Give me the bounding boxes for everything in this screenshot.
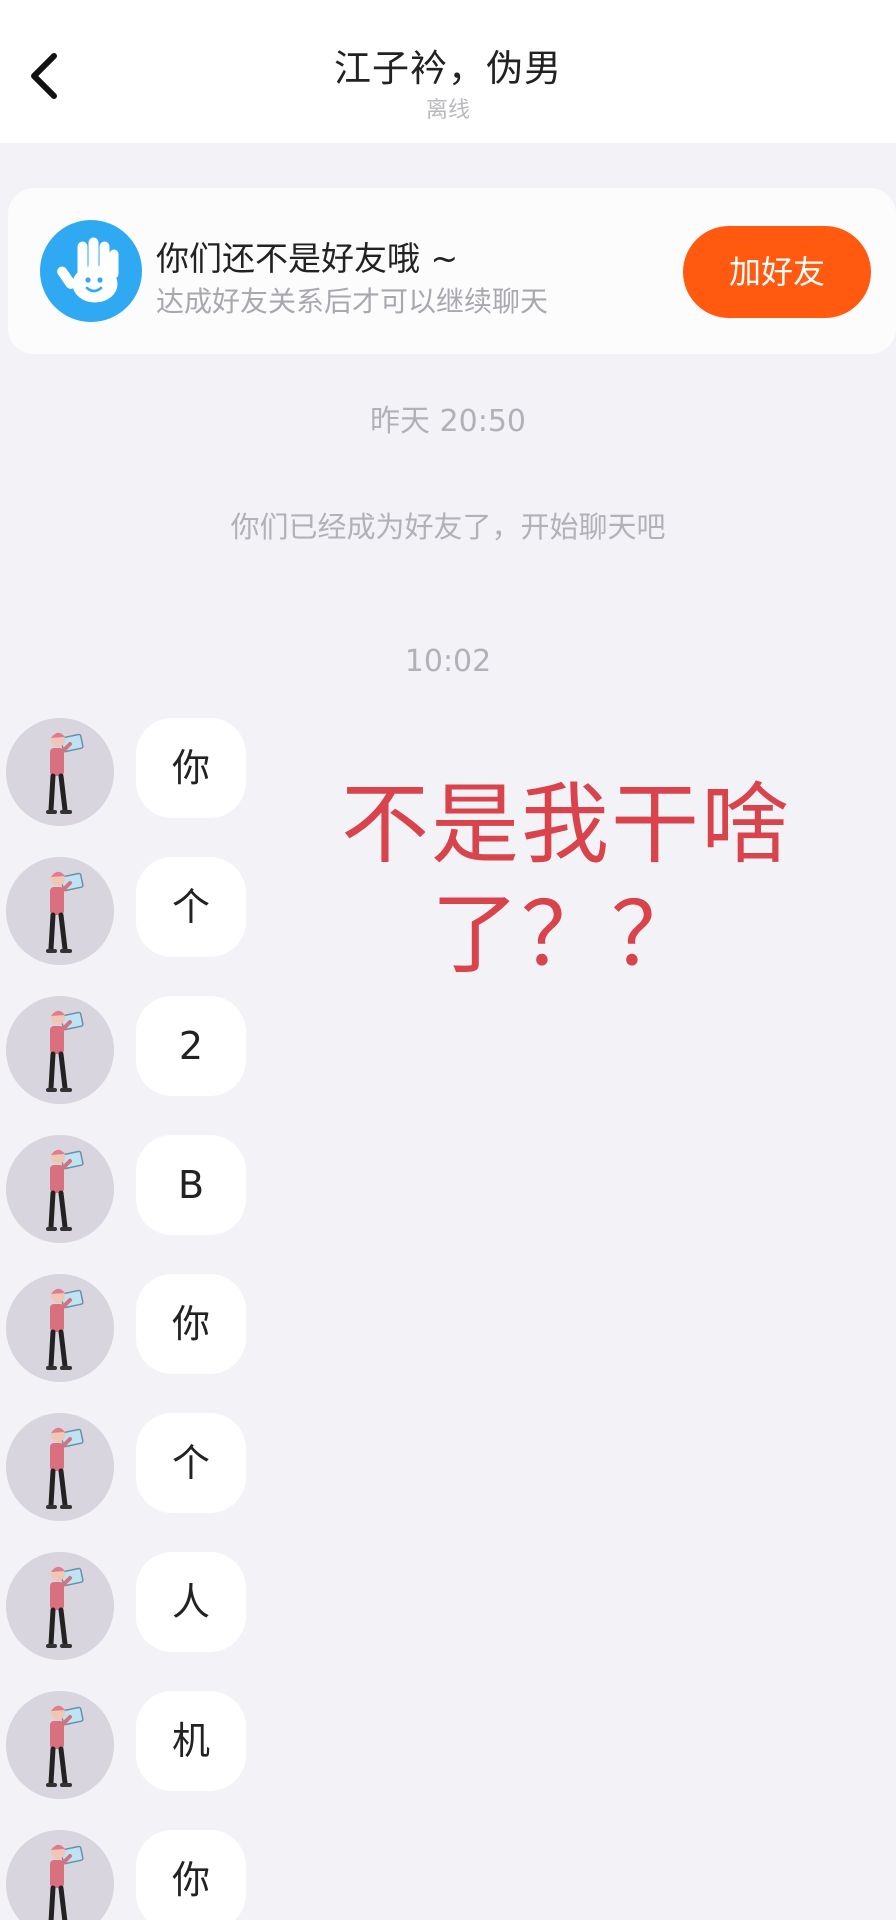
message-row: 人 [0, 1552, 300, 1664]
message-bubble[interactable]: 2 [136, 996, 246, 1096]
message-bubble[interactable]: 人 [136, 1552, 246, 1652]
message-row: B [0, 1135, 300, 1247]
message-bubble[interactable]: 个 [136, 1413, 246, 1513]
message-row: 你 [0, 1274, 300, 1386]
overlay-caption: 不是我干啥 了？？ [316, 770, 816, 990]
message-bubble[interactable]: 你 [136, 1274, 246, 1374]
message-bubble[interactable]: 你 [136, 718, 246, 818]
message-row: 个 [0, 1413, 300, 1525]
message-row: 你 [0, 1830, 300, 1920]
message-row: 你 [0, 718, 300, 830]
contact-status: 离线 [425, 98, 470, 123]
banner-title: 你们还不是好友哦 ~ [156, 239, 459, 278]
contact-avatar[interactable] [6, 1552, 114, 1660]
contact-avatar[interactable] [6, 1135, 114, 1243]
contact-avatar[interactable] [6, 996, 114, 1104]
contact-avatar[interactable] [6, 1274, 114, 1382]
banner-subtitle: 达成好友关系后才可以继续聊天 [156, 285, 549, 318]
message-bubble[interactable]: 你 [136, 1830, 246, 1920]
contact-avatar[interactable] [6, 1691, 114, 1799]
message-row: 个 [0, 857, 300, 969]
message-row: 机 [0, 1691, 300, 1803]
system-message: 你们已经成为好友了，开始聊天吧 [230, 510, 666, 544]
add-friend-button[interactable]: 加好友 [683, 226, 871, 318]
timestamp: 10:02 [404, 644, 492, 679]
timestamp: 昨天 20:50 [370, 404, 526, 439]
chat-screen: 江子衿，伪男 离线 你们还不是好友哦 ~ 达成好友关系后才可以继续聊天 加好友 … [0, 0, 896, 1920]
chat-header: 江子衿，伪男 离线 [0, 0, 896, 143]
overlay-caption-line: 了？？ [430, 883, 701, 986]
contact-name: 江子衿，伪男 [334, 47, 562, 90]
message-row: 2 [0, 996, 300, 1108]
contact-avatar[interactable] [6, 1830, 114, 1920]
contact-avatar[interactable] [6, 718, 114, 826]
contact-avatar[interactable] [6, 1413, 114, 1521]
message-bubble[interactable]: B [136, 1135, 246, 1235]
message-bubble[interactable]: 个 [136, 857, 246, 957]
message-bubble[interactable]: 机 [136, 1691, 246, 1791]
hand-wave-icon [40, 220, 142, 322]
overlay-caption-line: 不是我干啥 [340, 773, 791, 876]
not-friends-banner: 你们还不是好友哦 ~ 达成好友关系后才可以继续聊天 加好友 [8, 188, 896, 354]
contact-avatar[interactable] [6, 857, 114, 965]
